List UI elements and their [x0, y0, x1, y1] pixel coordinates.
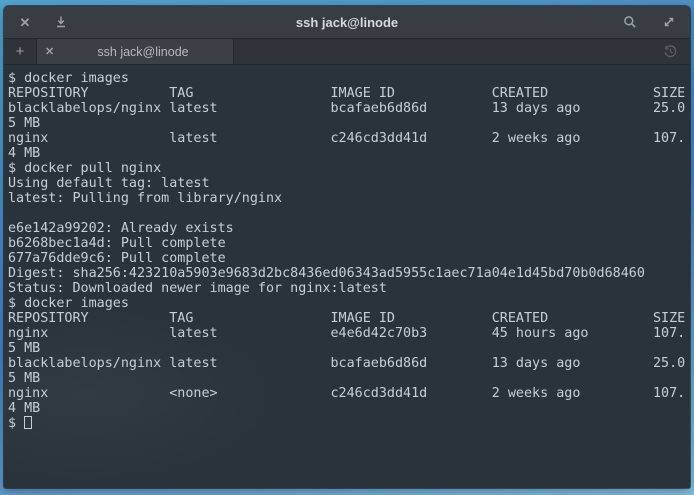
terminal-line: [8, 206, 690, 221]
terminal-line: nginx <none> c246cd3dd41d 2 weeks ago 10…: [8, 386, 690, 401]
terminal-window: ✕ ssh jack@linode: [4, 6, 690, 488]
download-icon: [53, 14, 69, 30]
terminal-line: REPOSITORY TAG IMAGE ID CREATED SIZE: [8, 311, 690, 326]
terminal-line: REPOSITORY TAG IMAGE ID CREATED SIZE: [8, 86, 690, 101]
terminal-line: Using default tag: latest: [8, 176, 690, 191]
terminal-line: b6268bec1a4d: Pull complete: [8, 236, 690, 251]
terminal-line: 4 MB: [8, 146, 690, 161]
terminal-line: 5 MB: [8, 341, 690, 356]
terminal-output: $ docker imagesREPOSITORY TAG IMAGE ID C…: [8, 71, 690, 416]
fullscreen-button[interactable]: [660, 13, 678, 31]
prompt: $: [8, 416, 24, 431]
tab-ssh-jack-linode[interactable]: ✕ ssh jack@linode: [37, 39, 234, 64]
terminal-line: $ docker pull nginx: [8, 161, 690, 176]
close-window-button[interactable]: ✕: [16, 13, 34, 31]
titlebar: ✕ ssh jack@linode: [4, 6, 690, 39]
window-title: ssh jack@linode: [4, 15, 690, 30]
close-tab-button[interactable]: ✕: [45, 45, 61, 58]
terminal-line: 4 MB: [8, 401, 690, 416]
terminal[interactable]: $ docker imagesREPOSITORY TAG IMAGE ID C…: [4, 65, 690, 488]
add-terminal-down-button[interactable]: [52, 13, 70, 31]
expand-icon: [661, 14, 677, 30]
terminal-line: 5 MB: [8, 116, 690, 131]
terminal-line: $ docker images: [8, 296, 690, 311]
close-icon: ✕: [20, 16, 31, 29]
tabbar-spacer: [234, 39, 650, 64]
terminal-line: e6e142a99202: Already exists: [8, 221, 690, 236]
terminal-line: nginx latest c246cd3dd41d 2 weeks ago 10…: [8, 131, 690, 146]
close-icon: ✕: [45, 46, 54, 58]
plus-icon: +: [16, 43, 25, 60]
search-icon: [622, 14, 638, 30]
terminal-line: 677a76dde9c6: Pull complete: [8, 251, 690, 266]
terminal-line: 5 MB: [8, 371, 690, 386]
terminal-line: nginx latest e4e6d42c70b3 45 hours ago 1…: [8, 326, 690, 341]
new-tab-button[interactable]: +: [4, 39, 37, 64]
terminal-line: Digest: sha256:423210a5903e9683d2bc8436e…: [8, 266, 690, 281]
history-button[interactable]: [650, 39, 690, 64]
search-button[interactable]: [621, 13, 639, 31]
terminal-line: blacklabelops/nginx latest bcafaeb6d86d …: [8, 356, 690, 371]
history-icon: [662, 43, 679, 60]
terminal-line: Status: Downloaded newer image for nginx…: [8, 281, 690, 296]
tab-title: ssh jack@linode: [61, 45, 225, 59]
terminal-cursor: [24, 416, 32, 429]
terminal-line: blacklabelops/nginx latest bcafaeb6d86d …: [8, 101, 690, 116]
titlebar-left-controls: ✕: [16, 13, 70, 31]
terminal-line: latest: Pulling from library/nginx: [8, 191, 690, 206]
terminal-prompt-line: $: [8, 416, 690, 431]
terminal-line: $ docker images: [8, 71, 690, 86]
tabbar: + ✕ ssh jack@linode: [4, 39, 690, 65]
titlebar-right-controls: [621, 13, 678, 31]
